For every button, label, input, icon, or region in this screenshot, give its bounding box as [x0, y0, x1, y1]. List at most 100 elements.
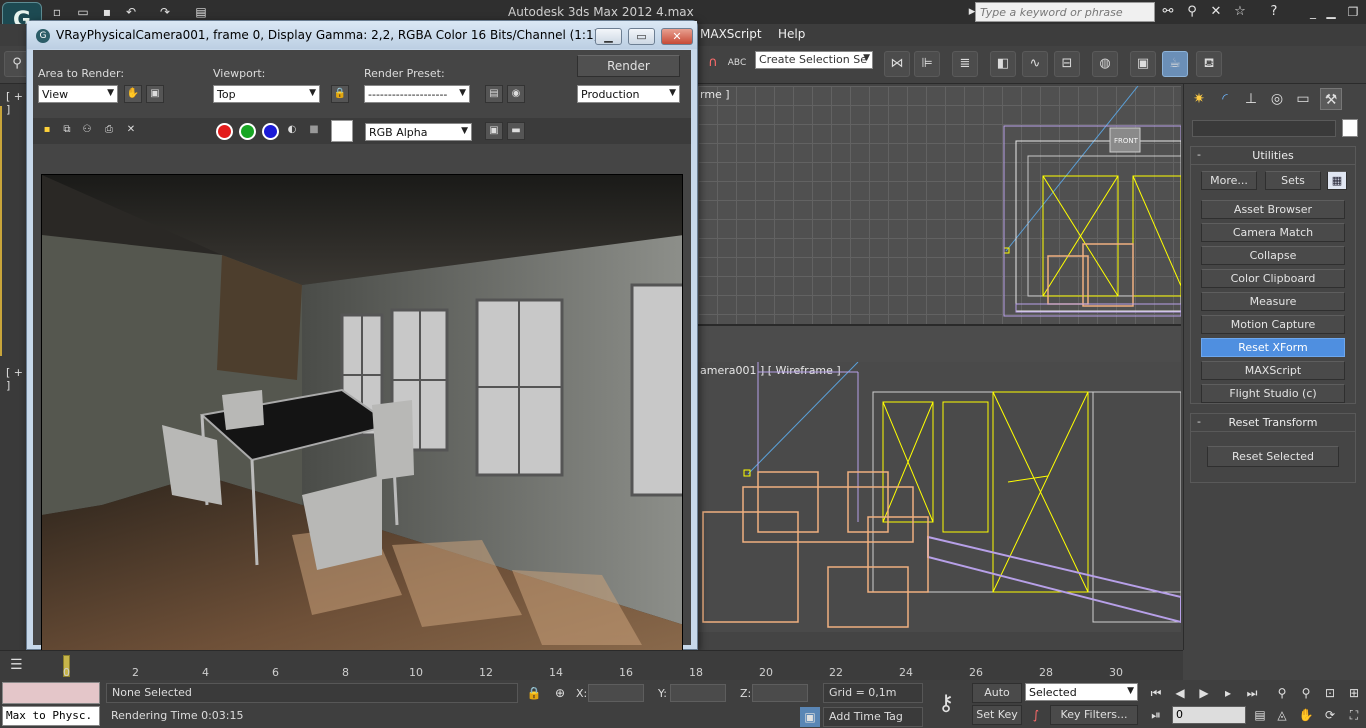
red-channel-toggle[interactable] [216, 123, 233, 140]
key-mode-icon[interactable]: ⏯ [1146, 705, 1166, 725]
hierarchy-panel-tab-icon[interactable]: ⊥ [1240, 88, 1262, 110]
render-maximize-button[interactable]: ▭ [628, 28, 655, 45]
add-time-tag[interactable]: Add Time Tag [823, 707, 923, 727]
green-channel-toggle[interactable] [239, 123, 256, 140]
save-file-icon[interactable]: ▪ [98, 3, 116, 21]
object-color-swatch[interactable] [1342, 119, 1358, 137]
utility-color-clipboard[interactable]: Color Clipboard [1201, 269, 1345, 288]
toggle-ui-icon[interactable]: ▬ [507, 122, 525, 140]
utility-reset-xform[interactable]: Reset XForm [1201, 338, 1345, 357]
set-key-button[interactable]: Set Key [972, 705, 1022, 725]
previous-frame-icon[interactable]: ◀ [1170, 683, 1190, 703]
create-panel-tab-icon[interactable]: ✷ [1188, 88, 1210, 110]
spell-abc-icon[interactable]: ABC [724, 51, 750, 77]
time-tag-icon[interactable]: ▣ [800, 707, 820, 727]
alpha-channel-icon[interactable]: ◐ [283, 122, 301, 140]
zoom-extents-icon[interactable]: ⊡ [1320, 683, 1340, 703]
y-coordinate-field[interactable] [670, 684, 726, 702]
x-coordinate-field[interactable] [588, 684, 644, 702]
key-selection-dropdown[interactable]: Selected [1025, 683, 1138, 701]
auto-key-button[interactable]: Auto Key [972, 683, 1022, 717]
utility-collapse[interactable]: Collapse [1201, 246, 1345, 265]
pan-hand-icon[interactable]: ✋ [1296, 705, 1316, 725]
magnet-icon[interactable]: ∩ [700, 51, 726, 77]
zoom-extents-all-icon[interactable]: ⊞ [1344, 683, 1364, 703]
orbit-icon[interactable]: ⟳ [1320, 705, 1340, 725]
next-frame-icon[interactable]: ▸ [1218, 683, 1238, 703]
render-close-button[interactable]: ✕ [661, 28, 693, 45]
viewport-menu-top-left[interactable]: [ + ] [6, 90, 28, 116]
field-of-view-icon[interactable]: ◬ [1272, 705, 1292, 725]
clone-window-icon[interactable]: ⚇ [78, 122, 96, 140]
go-to-start-icon[interactable]: ⏮ [1146, 683, 1166, 703]
utility-motion-capture[interactable]: Motion Capture [1201, 315, 1345, 334]
render-window-titlebar[interactable]: G VRayPhysicalCamera001, frame 0, Displa… [27, 21, 697, 49]
search-input[interactable]: Type a keyword or phrase [975, 2, 1155, 22]
utility-maxscript[interactable]: MAXScript [1201, 361, 1345, 380]
viewport-menu-bottom-left[interactable]: [ + ] [6, 366, 28, 392]
favorites-star-icon[interactable]: ☆ [1230, 2, 1250, 22]
render-minimize-button[interactable]: ▁ [595, 28, 622, 45]
viewcube-label[interactable]: FRONT [1114, 137, 1139, 145]
selection-set-dropdown[interactable]: Create Selection Se [755, 51, 873, 69]
motion-panel-tab-icon[interactable]: ◎ [1266, 88, 1288, 110]
play-icon[interactable]: ▶ [1194, 683, 1214, 703]
more-button[interactable]: More... [1201, 171, 1257, 190]
reset-transform-header[interactable]: - Reset Transform [1191, 414, 1355, 432]
open-file-icon[interactable]: ▭ [74, 3, 92, 21]
render-production-icon[interactable]: ⛾ [1196, 51, 1222, 77]
project-folder-icon[interactable]: ▤ [192, 3, 210, 21]
zoom-all-icon[interactable]: ⚲ [1296, 683, 1316, 703]
set-keys-key-icon[interactable]: ⚷ [926, 686, 966, 722]
align-icon[interactable]: ⊫ [914, 51, 940, 77]
sets-button[interactable]: Sets [1265, 171, 1321, 190]
new-file-icon[interactable]: ▫ [48, 3, 66, 21]
mirror-icon[interactable]: ⋈ [884, 51, 910, 77]
utility-asset-browser[interactable]: Asset Browser [1201, 200, 1345, 219]
z-coordinate-field[interactable] [752, 684, 808, 702]
object-name-field[interactable] [1192, 120, 1336, 137]
binoculars-icon[interactable]: ⚯ [1158, 2, 1178, 22]
configure-button-sets-icon[interactable]: ▦ [1327, 171, 1347, 190]
clear-image-icon[interactable]: ✕ [122, 122, 140, 140]
display-channel-dropdown[interactable]: RGB Alpha [365, 123, 472, 141]
absolute-mode-icon[interactable]: ⊕ [550, 683, 570, 703]
modify-panel-tab-icon[interactable]: ◜ [1214, 88, 1236, 110]
selection-lock-icon[interactable]: 🔒 [524, 683, 544, 703]
restore-icon[interactable]: ❐ [1340, 4, 1366, 20]
viewport-dropdown[interactable]: Top [213, 85, 320, 103]
render-setup-icon[interactable]: ▤ [485, 85, 503, 103]
material-editor-icon[interactable]: ◍ [1092, 51, 1118, 77]
blue-channel-toggle[interactable] [262, 123, 279, 140]
area-to-render-dropdown[interactable]: View [38, 85, 118, 103]
menu-help[interactable]: Help [778, 27, 805, 41]
maxscript-listener-pink[interactable] [2, 682, 100, 704]
utility-camera-match[interactable]: Camera Match [1201, 223, 1345, 242]
communication-center-icon[interactable]: ⚲ [1182, 2, 1202, 22]
print-image-icon[interactable]: ⎙ [100, 122, 118, 140]
zoom-icon[interactable]: ⚲ [1272, 683, 1292, 703]
camera-viewport[interactable]: amera001 ] [ Wireframe ] [698, 362, 1181, 632]
display-panel-tab-icon[interactable]: ▭ [1292, 88, 1314, 110]
monochrome-icon[interactable]: ■ [305, 122, 323, 140]
save-image-icon[interactable]: ▪ [38, 122, 56, 140]
utilities-panel-tab-icon[interactable]: ⚒ [1320, 88, 1342, 110]
layer-manager-icon[interactable]: ≣ [952, 51, 978, 77]
help-icon[interactable]: ? [1264, 2, 1284, 22]
undo-icon[interactable]: ↶ [122, 3, 140, 21]
curve-editor-icon[interactable]: ∿ [1022, 51, 1048, 77]
render-setup-icon[interactable]: ▣ [1130, 51, 1156, 77]
environment-effects-icon[interactable]: ◉ [507, 85, 525, 103]
utilities-rollout-header[interactable]: - Utilities [1191, 147, 1355, 165]
current-frame-field[interactable]: 0 [1172, 706, 1246, 724]
rendered-frame-window-icon[interactable]: ☕ [1162, 51, 1188, 77]
toggle-ui-overlay-icon[interactable]: ▣ [485, 122, 503, 140]
render-preset-dropdown[interactable]: -------------------- [364, 85, 470, 103]
copy-image-icon[interactable]: ⧉ [58, 122, 76, 140]
time-config-icon[interactable]: ▤ [1250, 705, 1270, 725]
graphite-tools-icon[interactable]: ◧ [990, 51, 1016, 77]
utility-measure[interactable]: Measure [1201, 292, 1345, 311]
key-tangent-icon[interactable]: ∫ [1026, 705, 1046, 725]
top-viewport[interactable]: rme ] FRONT [698, 86, 1181, 324]
auto-region-icon[interactable]: ▣ [146, 85, 164, 103]
